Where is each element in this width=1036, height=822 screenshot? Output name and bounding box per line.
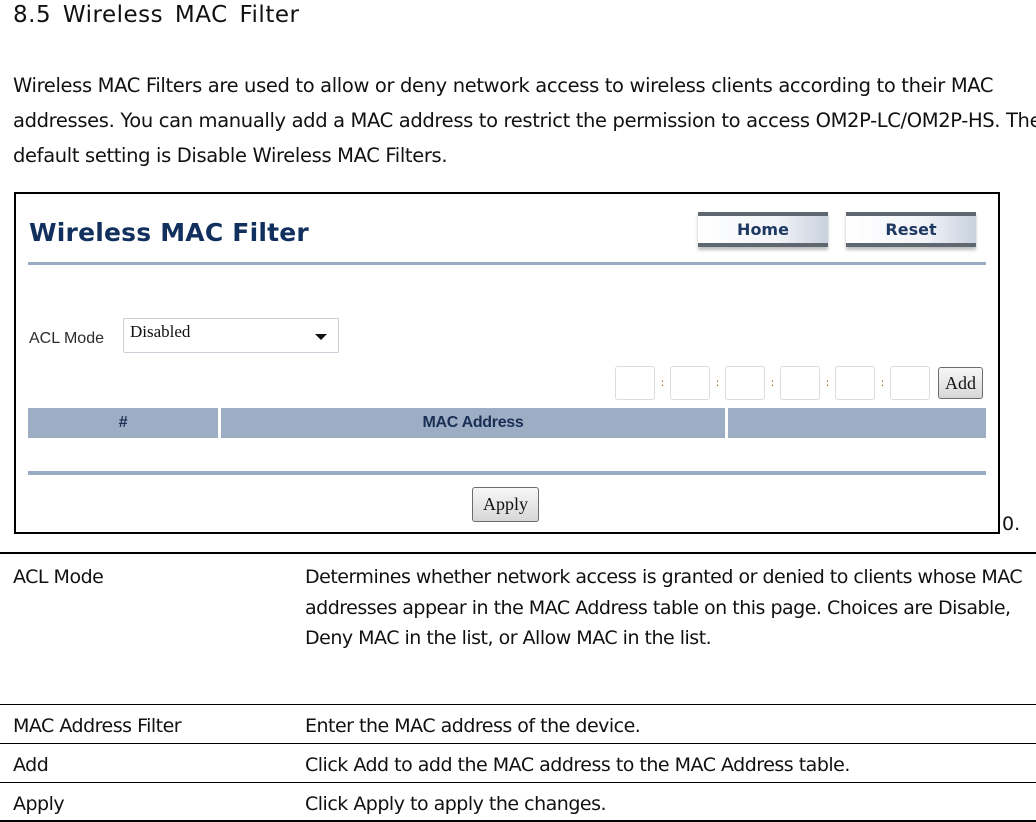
mac-separator: :: [770, 376, 775, 389]
mac-octet-6-input[interactable]: [890, 366, 930, 400]
description-term: Add: [13, 754, 49, 776]
mac-octet-5-input[interactable]: [835, 366, 875, 400]
description-text: Enter the MAC address of the device.: [305, 715, 641, 737]
reset-button[interactable]: Reset: [846, 212, 976, 247]
chevron-down-icon: [315, 334, 327, 340]
description-term: MAC Address Filter: [13, 715, 182, 737]
home-button[interactable]: Home: [698, 212, 828, 247]
mac-separator: :: [715, 376, 720, 389]
mac-address-input-row: : : : : : Add: [615, 366, 983, 400]
row-divider: [0, 704, 1036, 705]
table-header-action: [728, 408, 986, 438]
mac-separator: :: [660, 376, 665, 389]
mac-octet-4-input[interactable]: [780, 366, 820, 400]
description-text: Click Add to add the MAC address to the …: [305, 754, 850, 776]
mac-octet-2-input[interactable]: [670, 366, 710, 400]
intro-paragraph: Wireless MAC Filters are used to allow o…: [13, 74, 1036, 167]
ui-page-title: Wireless MAC Filter: [29, 218, 309, 247]
add-button[interactable]: Add: [938, 367, 983, 399]
section-heading: 8.5 Wireless MAC Filter: [13, 2, 300, 28]
description-text: Click Apply to apply the changes.: [305, 793, 607, 815]
apply-button[interactable]: Apply: [472, 487, 539, 522]
acl-mode-value: Disabled: [130, 322, 191, 341]
title-divider: [28, 262, 986, 265]
mac-separator: :: [880, 376, 885, 389]
acl-mode-label: ACL Mode: [29, 330, 104, 347]
description-term: ACL Mode: [13, 566, 104, 588]
acl-mode-select[interactable]: Disabled: [123, 318, 339, 353]
column-label: #: [118, 414, 128, 431]
row-divider: [0, 782, 1036, 783]
table-bottom-divider: [28, 471, 986, 475]
table-header-number: #: [28, 408, 218, 438]
row-divider: [0, 743, 1036, 744]
table-top-rule: [0, 552, 1036, 554]
table-header-mac-address: MAC Address: [221, 408, 725, 438]
mac-separator: :: [825, 376, 830, 389]
mac-octet-3-input[interactable]: [725, 366, 765, 400]
mac-octet-1-input[interactable]: [615, 366, 655, 400]
ui-screenshot-figure: Wireless MAC Filter Home Reset ACL Mode …: [14, 192, 1000, 534]
description-term: Apply: [13, 793, 65, 815]
figure-caption-suffix: 0.: [1002, 513, 1021, 535]
description-text: Determines whether network access is gra…: [305, 566, 1023, 649]
column-label: MAC Address: [422, 414, 524, 431]
